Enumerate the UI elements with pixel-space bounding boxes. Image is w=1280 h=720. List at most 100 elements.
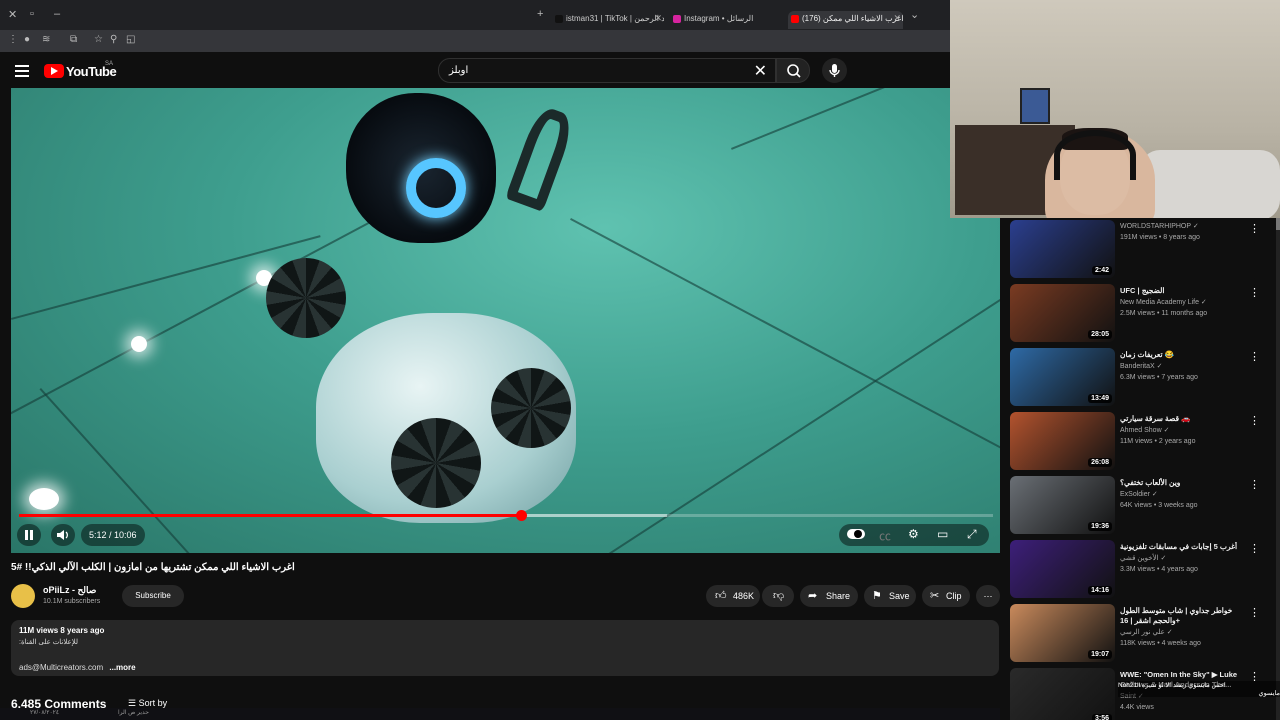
menu-icon[interactable] (15, 65, 29, 80)
description-email: ads@Multicreators.com ...more (19, 663, 136, 672)
webcam-sofa (1140, 150, 1280, 218)
tab-close-icon[interactable]: ✕ (654, 13, 662, 24)
browser-tab-active[interactable]: (176) اغرب الاشياء اللي ممكن ✕ (788, 11, 903, 29)
like-button[interactable]: 👍︎ 486K (706, 585, 760, 607)
video-thumbnail[interactable]: 26:08 (1010, 412, 1115, 470)
description-box[interactable]: 11M views 8 years ago للإعلانات على القن… (11, 620, 999, 676)
kebab-menu-icon[interactable]: ⋮ (1249, 414, 1260, 427)
recommended-video[interactable]: 2:42 WORLDSTARHIPHOP ✓ 191M views • 8 year… (1010, 220, 1270, 278)
progress-bar[interactable] (19, 510, 993, 521)
subscribe-button[interactable]: Subscribe (122, 585, 184, 607)
thumbs-up-icon: 👍︎ (715, 590, 727, 602)
recommended-video[interactable]: 19:36 وين الألعاب تختفي؟ ExSoldier ✓ 64K vi… (1010, 476, 1270, 534)
play-pause-button[interactable] (17, 524, 41, 546)
webcam-overlay (950, 0, 1280, 218)
video-thumbnail[interactable]: 14:16 (1010, 540, 1115, 598)
show-more-link[interactable]: ...more (109, 663, 135, 672)
instagram-favicon-icon (673, 15, 681, 23)
reader-icon[interactable]: ≋ (42, 34, 50, 45)
search-button[interactable] (776, 58, 810, 83)
recommended-channel[interactable]: الأخوين قشي ✓ (1120, 554, 1166, 562)
floor-reflection (29, 488, 59, 510)
thumbs-down-icon: 👎︎ (773, 590, 785, 602)
voice-search-button[interactable] (822, 58, 847, 83)
extensions-menu-icon[interactable]: ⋮ (8, 34, 18, 45)
video-thumbnail[interactable]: 28:05 (1010, 284, 1115, 342)
settings-gear-icon[interactable]: ⚙ (908, 527, 919, 541)
recommended-title[interactable]: خواطر جداوي | شاب متوسط الطول والحجم اشق… (1120, 606, 1255, 626)
recommended-channel[interactable]: ExSoldier ✓ (1120, 490, 1158, 498)
volume-button[interactable] (51, 524, 75, 546)
recommended-title[interactable]: أغرب 5 إجابات في مسابقات تلفزيونية (1120, 542, 1255, 552)
kebab-menu-icon[interactable]: ⋮ (1249, 478, 1260, 491)
video-thumbnail[interactable]: 13:49 (1010, 348, 1115, 406)
window-menu-icon[interactable]: ▫ (30, 8, 34, 20)
browser-toolbar: ⋮ ● ≋ ⧉ ☆ ⚲ ◱ (0, 30, 950, 52)
progress-played (19, 514, 521, 517)
tab-group-icon[interactable]: ⧉ (70, 34, 77, 45)
channel-avatar[interactable] (11, 584, 35, 608)
video-player[interactable]: 5:12 / 10:06 ㏄ ⚙ ▭ ⤢ (11, 88, 1000, 553)
kebab-menu-icon[interactable]: ⋮ (1249, 350, 1260, 363)
recommended-channel[interactable]: Ahmed Show ✓ (1120, 426, 1169, 434)
recommended-title[interactable]: تعريفات زمان 😂 (1120, 350, 1255, 360)
video-thumbnail[interactable]: 19:36 (1010, 476, 1115, 534)
bookmark-star-icon[interactable]: ☆ (94, 34, 103, 45)
time-display: 5:12 / 10:06 (81, 524, 145, 546)
recommended-video[interactable]: 19:07 خواطر جداوي | شاب متوسط الطول والحج… (1010, 604, 1270, 662)
share-button[interactable]: ➦ Share (800, 585, 858, 607)
profile-icon[interactable]: ● (24, 34, 30, 45)
new-tab-icon[interactable]: + (537, 8, 543, 20)
autoplay-toggle[interactable] (847, 529, 865, 539)
kebab-menu-icon[interactable]: ⋮ (1249, 286, 1260, 299)
recommended-title[interactable]: UFC | الضجيج (1120, 286, 1255, 296)
screenshot-icon[interactable]: ◱ (126, 34, 135, 45)
youtube-header: YouTube SA اوبلز ✕ (0, 52, 950, 88)
browser-tab-bar: ✕ ▫ – + istman31 | TikTok | عبد الرحمن ✕… (0, 0, 950, 30)
kebab-menu-icon[interactable]: ⋮ (1249, 606, 1260, 619)
taskbar-weather: حدير ص الرا (118, 710, 149, 716)
headset-icon (1054, 130, 1136, 180)
recommended-title[interactable]: قصة سرقة سيارتي 🚗 (1120, 414, 1255, 424)
browser-tab[interactable]: istman31 | TikTok | عبد الرحمن ✕ (552, 11, 664, 29)
tab-close-icon[interactable]: ✕ (893, 13, 901, 24)
video-thumbnail[interactable]: 2:42 (1010, 220, 1115, 278)
recommended-meta: 11M views • 2 years ago (1120, 438, 1196, 445)
youtube-logo-icon[interactable] (44, 64, 64, 78)
scrubber-handle[interactable] (515, 510, 527, 521)
recommended-video[interactable]: 13:49 تعريفات زمان 😂 BanderitaX ✓ 6.3M view… (1010, 348, 1270, 406)
video-thumbnail[interactable]: 19:07 (1010, 604, 1115, 662)
recommended-video[interactable]: 26:08 قصة سرقة سيارتي 🚗 Ahmed Show ✓ 11M vi… (1010, 412, 1270, 470)
like-count: 486K (733, 591, 755, 601)
window-close-icon[interactable]: ✕ (8, 8, 17, 21)
save-button[interactable]: ⚑ Save (864, 585, 916, 607)
search-query[interactable]: اوبلز (449, 65, 468, 76)
fullscreen-icon[interactable]: ⤢ (967, 527, 977, 542)
recommended-video[interactable]: 28:05 UFC | الضجيج New Media Academy Life … (1010, 284, 1270, 342)
floor-tile-line (39, 388, 282, 553)
theater-mode-icon[interactable]: ▭ (937, 527, 948, 541)
captions-icon[interactable]: ㏄ (879, 527, 891, 544)
kebab-menu-icon[interactable]: ⋮ (1249, 542, 1260, 555)
recommended-channel[interactable]: علي نور الرسي ✓ (1120, 628, 1173, 636)
recommended-title[interactable]: وين الألعاب تختفي؟ (1120, 478, 1255, 488)
tab-search-icon[interactable]: ⌄ (910, 8, 919, 21)
kebab-menu-icon[interactable]: ⋮ (1249, 222, 1260, 235)
video-thumbnail[interactable]: 3:56 (1010, 668, 1115, 720)
key-icon[interactable]: ⚲ (110, 34, 117, 45)
sidebar-scrollbar[interactable] (1276, 218, 1280, 720)
more-actions-button[interactable]: ⋯ (976, 585, 1000, 607)
search-input[interactable]: اوبلز ✕ (438, 58, 776, 83)
clear-search-icon[interactable]: ✕ (754, 61, 767, 81)
recommended-channel[interactable]: WORLDSTARHIPHOP ✓ (1120, 222, 1199, 230)
recommended-channel[interactable]: New Media Academy Life ✓ (1120, 298, 1207, 306)
window-minimize-icon[interactable]: – (54, 8, 60, 20)
tab-label: istman31 | TikTok | عبد الرحمن (566, 14, 664, 23)
recommended-video[interactable]: 14:16 أغرب 5 إجابات في مسابقات تلفزيونية ا… (1010, 540, 1270, 598)
browser-tab[interactable]: Instagram • الرسائل (670, 11, 778, 29)
clip-button[interactable]: ✂ Clip (922, 585, 970, 607)
subscriber-count: 10.1M subscribers (43, 598, 101, 605)
dislike-button[interactable]: 👎︎ (762, 585, 794, 607)
recommended-channel[interactable]: BanderitaX ✓ (1120, 362, 1162, 370)
channel-name[interactable]: oPiiLz - صالح (43, 585, 96, 596)
